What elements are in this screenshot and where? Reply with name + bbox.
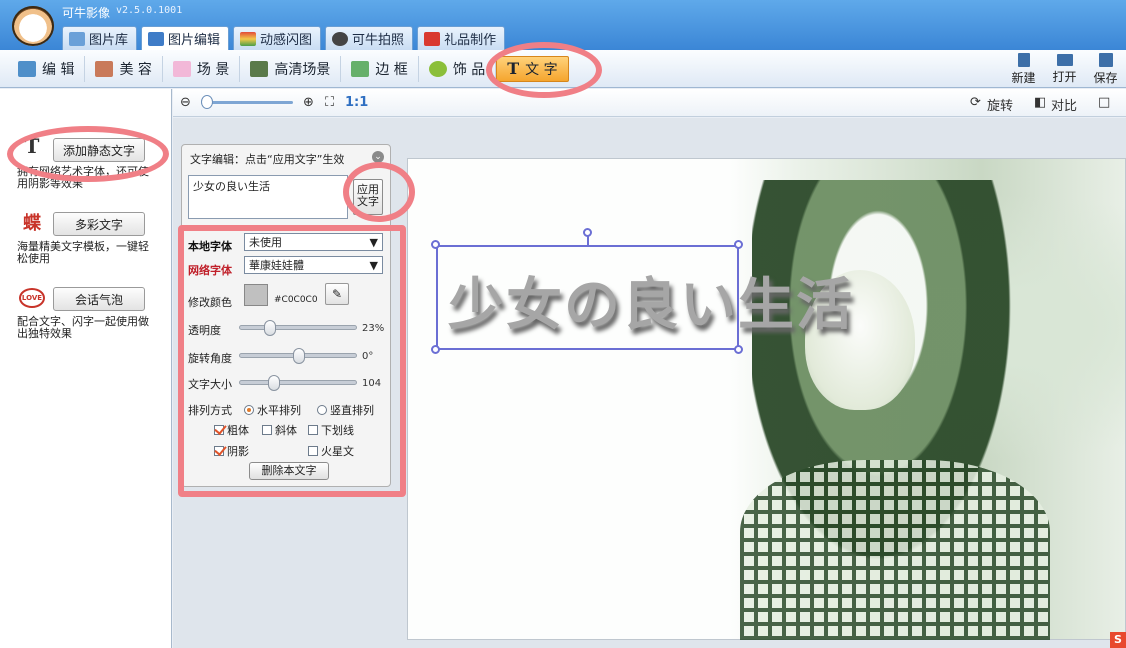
compare-icon: ◧ bbox=[1034, 95, 1047, 110]
new-button[interactable]: 新建 bbox=[1003, 50, 1044, 88]
speech-bubble-icon: LOVE bbox=[18, 285, 46, 311]
collapse-icon[interactable]: ⌄ bbox=[372, 151, 384, 163]
zoom-slider-knob[interactable] bbox=[201, 95, 213, 109]
rotate-icon: ⟳ bbox=[970, 95, 981, 110]
zoom-in-icon[interactable]: ⊕ bbox=[303, 95, 314, 110]
tool-frame[interactable]: 边 框 bbox=[341, 55, 419, 82]
resize-handle-top-right[interactable] bbox=[734, 240, 743, 249]
tool-hd-scene[interactable]: 高清场景 bbox=[240, 55, 342, 82]
save-disk-icon bbox=[1098, 52, 1113, 67]
resize-handle-bottom-left[interactable] bbox=[431, 345, 440, 354]
rotate-handle-stem bbox=[587, 236, 589, 246]
colorful-text-button[interactable]: 多彩文字 bbox=[53, 212, 145, 236]
tab-flash-animation[interactable]: 动感闪图 bbox=[233, 26, 322, 50]
tab-gift-making[interactable]: 礼品制作 bbox=[417, 26, 506, 50]
beauty-icon bbox=[95, 60, 114, 77]
edit-toolbar: 编 辑 美 容 场 景 高清场景 边 框 饰 品 T文 字 新建 打开 保存 bbox=[0, 50, 1126, 88]
resize-handle-top-left[interactable] bbox=[431, 240, 440, 249]
cow-logo-icon bbox=[12, 6, 54, 46]
tab-camera[interactable]: 可牛拍照 bbox=[325, 26, 414, 50]
photo-edit-icon bbox=[148, 31, 165, 46]
flash-animation-icon bbox=[240, 31, 257, 46]
hd-scene-icon bbox=[250, 60, 269, 77]
add-static-text-button[interactable]: 添加静态文字 bbox=[53, 138, 145, 162]
app-version: v2.5.0.1001 bbox=[116, 5, 183, 16]
text-type-panel: T 添加静态文字 拥有网络艺术字体，还可使用阴影等效果 蝶 多彩文字 海量精美文… bbox=[0, 89, 172, 648]
fit-screen-icon[interactable]: ⛶ bbox=[325, 95, 334, 110]
text-content-input[interactable]: 少女の良い生活 bbox=[188, 175, 348, 219]
text-selection-box[interactable] bbox=[436, 245, 739, 350]
colorful-text-desc: 海量精美文字模板，一键轻松使用 bbox=[17, 240, 149, 265]
save-button[interactable]: 保存 bbox=[1085, 50, 1126, 88]
tool-text[interactable]: T文 字 bbox=[496, 55, 569, 82]
tab-photo-edit[interactable]: 图片编辑 bbox=[141, 26, 230, 50]
frame-icon bbox=[351, 60, 370, 77]
tab-photo-library[interactable]: 图片库 bbox=[62, 26, 138, 50]
speech-bubble-desc: 配合文字、闪字一起使用做出独特效果 bbox=[17, 315, 149, 340]
tool-accessory[interactable]: 饰 品 bbox=[419, 55, 497, 82]
colorful-text-icon: 蝶 bbox=[23, 213, 41, 234]
compare-button[interactable]: 对比 bbox=[1051, 95, 1077, 114]
resize-handle-bottom-right[interactable] bbox=[734, 345, 743, 354]
rotate-handle[interactable] bbox=[583, 228, 592, 237]
text-tool-icon: T bbox=[507, 59, 520, 78]
photo-subject-shirt bbox=[740, 460, 1050, 640]
open-button[interactable]: 打开 bbox=[1044, 50, 1085, 88]
sogou-ime-icon[interactable]: S bbox=[1110, 632, 1126, 648]
gift-icon bbox=[424, 31, 441, 46]
annotation-rect-settings bbox=[178, 225, 406, 497]
apply-text-button[interactable]: 应用文字 bbox=[353, 179, 383, 215]
scene-icon bbox=[172, 60, 191, 77]
static-text-icon: T bbox=[24, 134, 40, 158]
tool-scene[interactable]: 场 景 bbox=[163, 55, 241, 82]
zoom-out-icon[interactable]: ⊖ bbox=[180, 95, 191, 110]
static-text-desc: 拥有网络艺术字体，还可使用阴影等效果 bbox=[17, 165, 149, 190]
photo-library-icon bbox=[69, 31, 85, 46]
app-title: 可牛影像 bbox=[62, 6, 111, 20]
tool-edit[interactable]: 编 辑 bbox=[8, 55, 86, 82]
app-window: 可牛影像 v2.5.0.1001 图片库 图片编辑 动感闪图 可牛拍照 礼品制作 bbox=[0, 0, 1126, 648]
edit-panel-title: 文字编辑：点击“应用文字”生效 bbox=[190, 153, 345, 166]
speech-bubble-button[interactable]: 会话气泡 bbox=[53, 287, 145, 311]
camera-icon bbox=[332, 31, 349, 46]
edit-icon bbox=[18, 60, 36, 77]
preview-icon[interactable]: □ bbox=[1098, 95, 1110, 110]
accessory-icon bbox=[428, 60, 447, 77]
main-tabs: 图片库 图片编辑 动感闪图 可牛拍照 礼品制作 bbox=[62, 26, 506, 50]
zoom-bar: ⊖ ⊕ ⛶ 1:1 ⟳ 旋转 ◧ 对比 □ bbox=[173, 89, 1126, 117]
open-folder-icon bbox=[1056, 53, 1073, 66]
rotate-button[interactable]: 旋转 bbox=[987, 95, 1013, 114]
tool-beauty[interactable]: 美 容 bbox=[85, 55, 163, 82]
zoom-slider[interactable] bbox=[201, 95, 293, 109]
file-actions: 新建 打开 保存 bbox=[1003, 50, 1126, 88]
new-file-icon bbox=[1017, 52, 1030, 67]
title-bar: 可牛影像 v2.5.0.1001 图片库 图片编辑 动感闪图 可牛拍照 礼品制作 bbox=[0, 0, 1126, 50]
actual-size-button[interactable]: 1:1 bbox=[345, 95, 368, 110]
